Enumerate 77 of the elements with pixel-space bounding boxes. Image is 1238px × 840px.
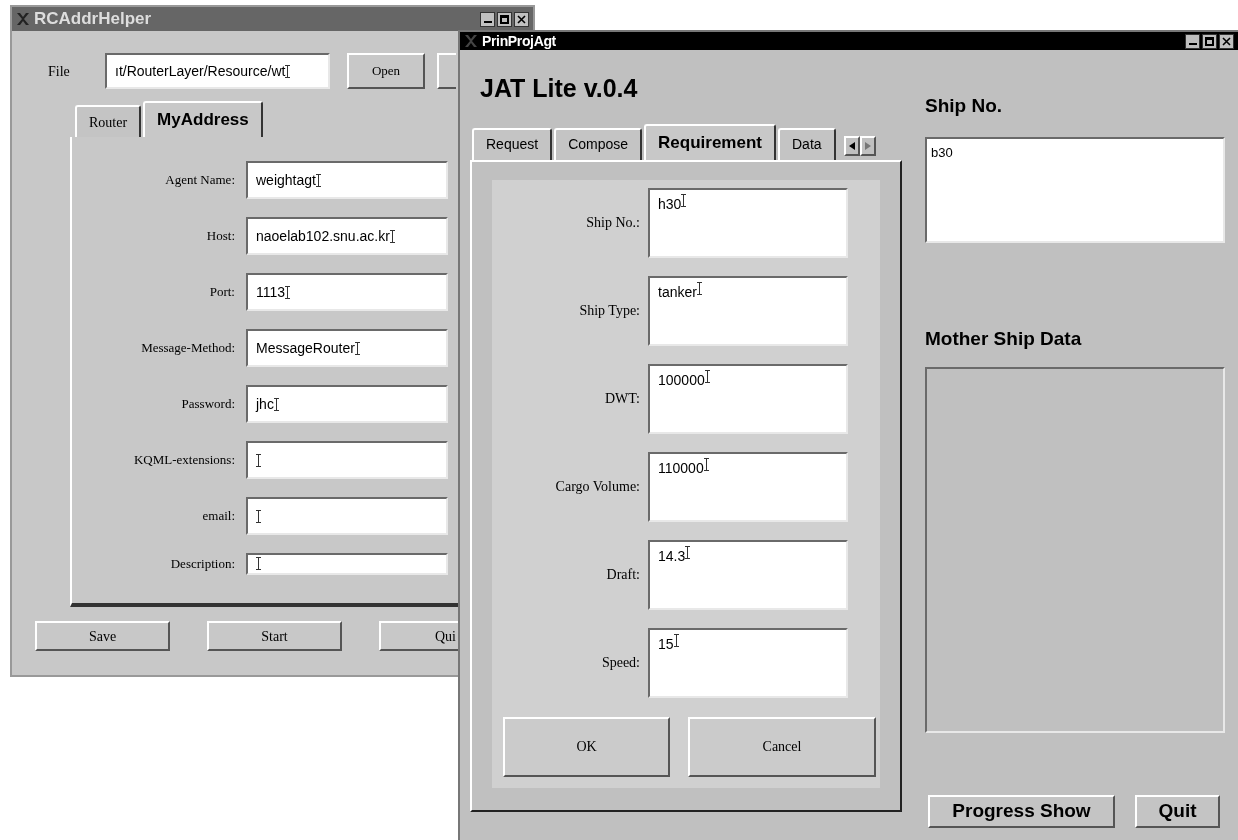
text-cursor-icon — [285, 285, 291, 299]
text-field[interactable]: 1113 — [246, 273, 448, 311]
field-label: Cargo Volume: — [554, 478, 640, 496]
action-button[interactable]: Save — [35, 621, 170, 651]
left-arrow-icon — [848, 141, 855, 150]
tab[interactable]: Router — [75, 105, 142, 137]
maximize-button[interactable] — [497, 11, 512, 27]
minimize-button[interactable] — [1185, 33, 1200, 49]
minimize-button[interactable] — [480, 11, 495, 27]
text-area[interactable]: tanker — [648, 275, 848, 346]
section-heading: Ship No. — [925, 94, 1004, 118]
close-button[interactable] — [1219, 33, 1234, 49]
text-field[interactable]: jhc — [246, 385, 448, 423]
tab[interactable]: Requirement — [644, 123, 776, 160]
text-cursor-icon — [256, 453, 261, 467]
text-cursor-icon — [354, 341, 360, 355]
text-area[interactable]: h30 — [648, 187, 848, 258]
text-field[interactable] — [246, 553, 448, 575]
field-label: Message-Method: — [140, 339, 235, 358]
action-button[interactable]: Qui — [379, 621, 458, 651]
close-button[interactable] — [514, 11, 529, 27]
text-cursor-icon — [704, 369, 710, 383]
text-cursor-icon — [696, 281, 702, 295]
field-label: Agent Name: — [164, 171, 235, 190]
tab[interactable]: Data — [778, 127, 836, 160]
right-arrow-icon — [864, 141, 871, 150]
field-label: File — [48, 62, 71, 81]
field-label: DWT: — [603, 390, 640, 408]
text-cursor-icon — [681, 193, 687, 207]
text-cursor-icon — [685, 545, 691, 559]
action-button[interactable]: Progress Show — [928, 795, 1115, 828]
toolbar-button[interactable] — [437, 53, 456, 89]
form-button[interactable]: Cancel — [688, 716, 876, 777]
field-label: KQML-extensions: — [132, 451, 235, 470]
form-button[interactable]: OK — [503, 716, 670, 777]
field-label: email: — [201, 507, 235, 526]
field-label: Draft: — [605, 566, 640, 584]
text-cursor-icon — [703, 457, 709, 471]
field-label: Ship No.: — [585, 214, 640, 232]
app-heading: JAT Lite v.0.4 — [480, 73, 639, 104]
tab[interactable]: MyAddress — [143, 101, 263, 137]
section-heading: Mother Ship Data — [925, 326, 1083, 351]
action-button[interactable]: Start — [207, 621, 342, 651]
text-area[interactable]: 100000 — [648, 363, 848, 434]
window-title: RCAddrHelper — [34, 8, 152, 31]
field-label: Ship Type: — [578, 302, 640, 320]
file-path-field[interactable]: ıt/RouterLayer/Resource/wt — [105, 53, 330, 89]
text-cursor-icon — [673, 633, 679, 647]
text-cursor-icon — [256, 557, 261, 570]
text-area[interactable]: 110000 — [648, 451, 848, 522]
text-field[interactable]: weightagt — [246, 161, 448, 199]
field-label: Speed: — [600, 654, 640, 672]
text-field[interactable]: MessageRouter — [246, 329, 448, 367]
open-button[interactable]: Open — [347, 53, 425, 89]
text-cursor-icon — [256, 509, 261, 523]
text-area[interactable]: b30 — [925, 136, 1225, 243]
window-title: PrinProjAgt — [482, 31, 556, 51]
field-label: Description: — [169, 555, 235, 574]
field-label: Host: — [205, 227, 235, 246]
maximize-button[interactable] — [1202, 33, 1217, 49]
field-label: Password: — [180, 395, 235, 414]
tab[interactable]: Request — [472, 127, 553, 160]
text-field[interactable]: naoelab102.snu.ac.kr — [246, 217, 448, 255]
field-label: Port: — [208, 283, 235, 302]
text-cursor-icon — [285, 64, 291, 78]
text-field[interactable] — [246, 497, 448, 535]
x-logo-icon — [464, 35, 478, 47]
x-logo-icon — [16, 13, 30, 25]
text-cursor-icon — [389, 229, 395, 243]
text-area[interactable]: 15 — [648, 627, 848, 698]
action-button[interactable]: Quit — [1135, 795, 1220, 828]
tab[interactable]: Compose — [554, 127, 643, 160]
text-area[interactable]: 14.3 — [648, 539, 848, 610]
text-cursor-icon — [315, 173, 321, 187]
text-field[interactable] — [246, 441, 448, 479]
text-cursor-icon — [273, 397, 279, 411]
scroll-left-button[interactable] — [843, 135, 860, 156]
